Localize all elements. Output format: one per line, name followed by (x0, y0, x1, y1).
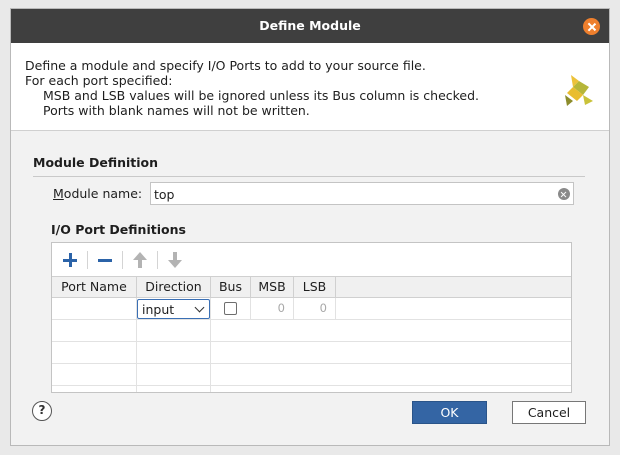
table-row: input 0 0 (52, 298, 571, 320)
close-icon[interactable] (583, 18, 600, 35)
ok-button[interactable]: OK (412, 401, 487, 424)
vivado-logo (565, 75, 593, 106)
description-line-1: Define a module and specify I/O Ports to… (25, 58, 426, 73)
module-name-value: top (154, 187, 175, 202)
empty-row (52, 320, 571, 342)
bus-checkbox[interactable] (224, 302, 237, 315)
empty-row (52, 386, 571, 392)
move-down-icon[interactable] (164, 249, 186, 271)
empty-row (52, 364, 571, 386)
toolbar-separator (122, 251, 123, 269)
io-port-definitions-title: I/O Port Definitions (51, 222, 186, 237)
title-bar: Define Module (11, 9, 609, 43)
table-toolbar (52, 243, 571, 276)
move-up-icon[interactable] (129, 249, 151, 271)
cancel-button[interactable]: Cancel (512, 401, 586, 424)
column-header-msb[interactable]: MSB (251, 277, 294, 298)
direction-value: input (142, 302, 175, 317)
column-header-direction[interactable]: Direction (137, 277, 211, 298)
empty-row (52, 342, 571, 364)
msb-cell[interactable]: 0 (251, 298, 294, 319)
port-name-cell[interactable] (52, 298, 137, 319)
column-header-bus[interactable]: Bus (211, 277, 251, 298)
column-header-lsb[interactable]: LSB (294, 277, 336, 298)
toolbar-separator (157, 251, 158, 269)
module-name-label: Module name: (53, 186, 142, 201)
define-module-dialog: Define Module Define a module and specif… (10, 8, 610, 446)
module-definition-title: Module Definition (33, 155, 159, 170)
description-line-2: For each port specified: (25, 73, 173, 88)
lsb-cell[interactable]: 0 (294, 298, 336, 319)
table-header: Port Name Direction Bus MSB LSB (52, 276, 571, 298)
help-icon[interactable]: ? (32, 401, 52, 421)
column-header-port-name[interactable]: Port Name (52, 277, 137, 298)
description-panel: Define a module and specify I/O Ports to… (11, 43, 609, 131)
toolbar-separator (87, 251, 88, 269)
remove-icon[interactable] (94, 249, 116, 271)
dialog-title: Define Module (259, 18, 361, 33)
direction-select[interactable]: input (137, 299, 210, 319)
chevron-down-icon (194, 302, 205, 313)
module-name-mnemonic: M (53, 186, 64, 201)
module-name-input[interactable]: top (150, 182, 574, 205)
add-icon[interactable] (59, 249, 81, 271)
io-port-table: Port Name Direction Bus MSB LSB input 0 … (51, 242, 572, 393)
clear-icon[interactable] (558, 188, 570, 200)
description-line-4: Ports with blank names will not be writt… (43, 103, 310, 118)
section-divider (33, 176, 585, 177)
module-name-label-text: odule name: (63, 186, 143, 201)
description-line-3: MSB and LSB values will be ignored unles… (43, 88, 480, 103)
